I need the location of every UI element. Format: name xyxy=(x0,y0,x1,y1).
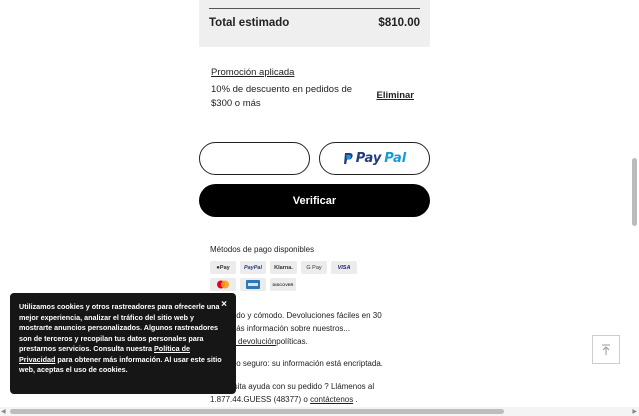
alternate-pay-button[interactable] xyxy=(199,142,310,175)
promo-description: 10% de descuento en pedidos de $300 o má… xyxy=(211,84,353,109)
klarna-badge: Klarna. xyxy=(270,261,297,274)
cookie-close-icon[interactable]: × xyxy=(221,299,227,311)
contact-link[interactable]: contáctenos xyxy=(310,395,353,404)
paypal-word-pay: Pay xyxy=(355,151,382,166)
scroll-right-icon[interactable]: ▶ xyxy=(632,408,637,415)
amex-badge xyxy=(240,278,266,291)
promo-section: Promoción aplicada 10% de descuento en p… xyxy=(211,67,421,109)
promo-title: Promoción aplicada xyxy=(211,67,295,78)
shipping-line-3: envío y devoluciónpolíticas. xyxy=(210,335,420,348)
order-summary: Total estimado $810.00 xyxy=(199,0,430,47)
paypal-logo: Pay Pal xyxy=(343,151,406,166)
paypal-word-pal: Pal xyxy=(384,151,407,166)
scroll-left-icon[interactable]: ◀ xyxy=(1,408,6,415)
shipping-info: vío rápido y cómodo. Devoluciones fácile… xyxy=(210,309,420,348)
help-info: ¿Necesita ayuda con su pedido ? Llámenos… xyxy=(210,380,420,406)
mastercard-badge xyxy=(210,278,236,291)
help-line-2: 1.877.44.GUESS (48377) o contáctenos . xyxy=(210,393,420,406)
secure-payment-text: Pago seguro: su información está encript… xyxy=(222,359,383,368)
help-line-1: ¿Necesita ayuda con su pedido ? Llámenos… xyxy=(210,382,375,391)
mastercard-icon xyxy=(217,280,229,289)
verify-button[interactable]: Verificar xyxy=(199,184,430,217)
promo-remove-link[interactable]: Eliminar xyxy=(377,90,415,101)
secure-payment: Pago seguro: su información está encript… xyxy=(210,357,420,370)
cookie-banner: × Utilizamos cookies y otros rastreadore… xyxy=(10,293,236,394)
paypal-badge: PayPal xyxy=(240,261,266,274)
help-phone: 1.877.44.GUESS (48377) o xyxy=(210,395,308,404)
vertical-scroll-thumb[interactable] xyxy=(632,158,637,226)
help-tail: . xyxy=(355,395,358,404)
apple-pay-badge: ● Pay xyxy=(210,261,236,274)
apple-pay-label: Pay xyxy=(219,264,230,271)
vertical-scrollbar[interactable] xyxy=(632,0,638,400)
amex-icon xyxy=(246,280,260,289)
discover-badge: DISCOVER xyxy=(270,278,296,291)
paypal-icon xyxy=(343,152,353,164)
payment-methods-title: Métodos de pago disponibles xyxy=(210,245,315,254)
shipping-line-2: días. Más información sobre nuestros... xyxy=(210,324,351,333)
summary-divider xyxy=(209,8,420,9)
google-pay-badge: G Pay xyxy=(301,261,327,274)
total-value: $810.00 xyxy=(378,17,420,29)
horizontal-scroll-thumb[interactable] xyxy=(10,409,504,414)
shipping-link-suffix: políticas. xyxy=(276,337,308,346)
horizontal-scrollbar[interactable]: ◀ ▶ xyxy=(0,407,639,416)
scroll-to-top-button[interactable] xyxy=(592,335,620,364)
shipping-line-1: vío rápido y cómodo. Devoluciones fácile… xyxy=(210,311,382,320)
visa-badge: VISA xyxy=(331,261,357,274)
total-label: Total estimado xyxy=(209,17,290,29)
paypal-button[interactable]: Pay Pal xyxy=(319,142,430,175)
arrow-up-to-line-icon xyxy=(602,344,610,355)
